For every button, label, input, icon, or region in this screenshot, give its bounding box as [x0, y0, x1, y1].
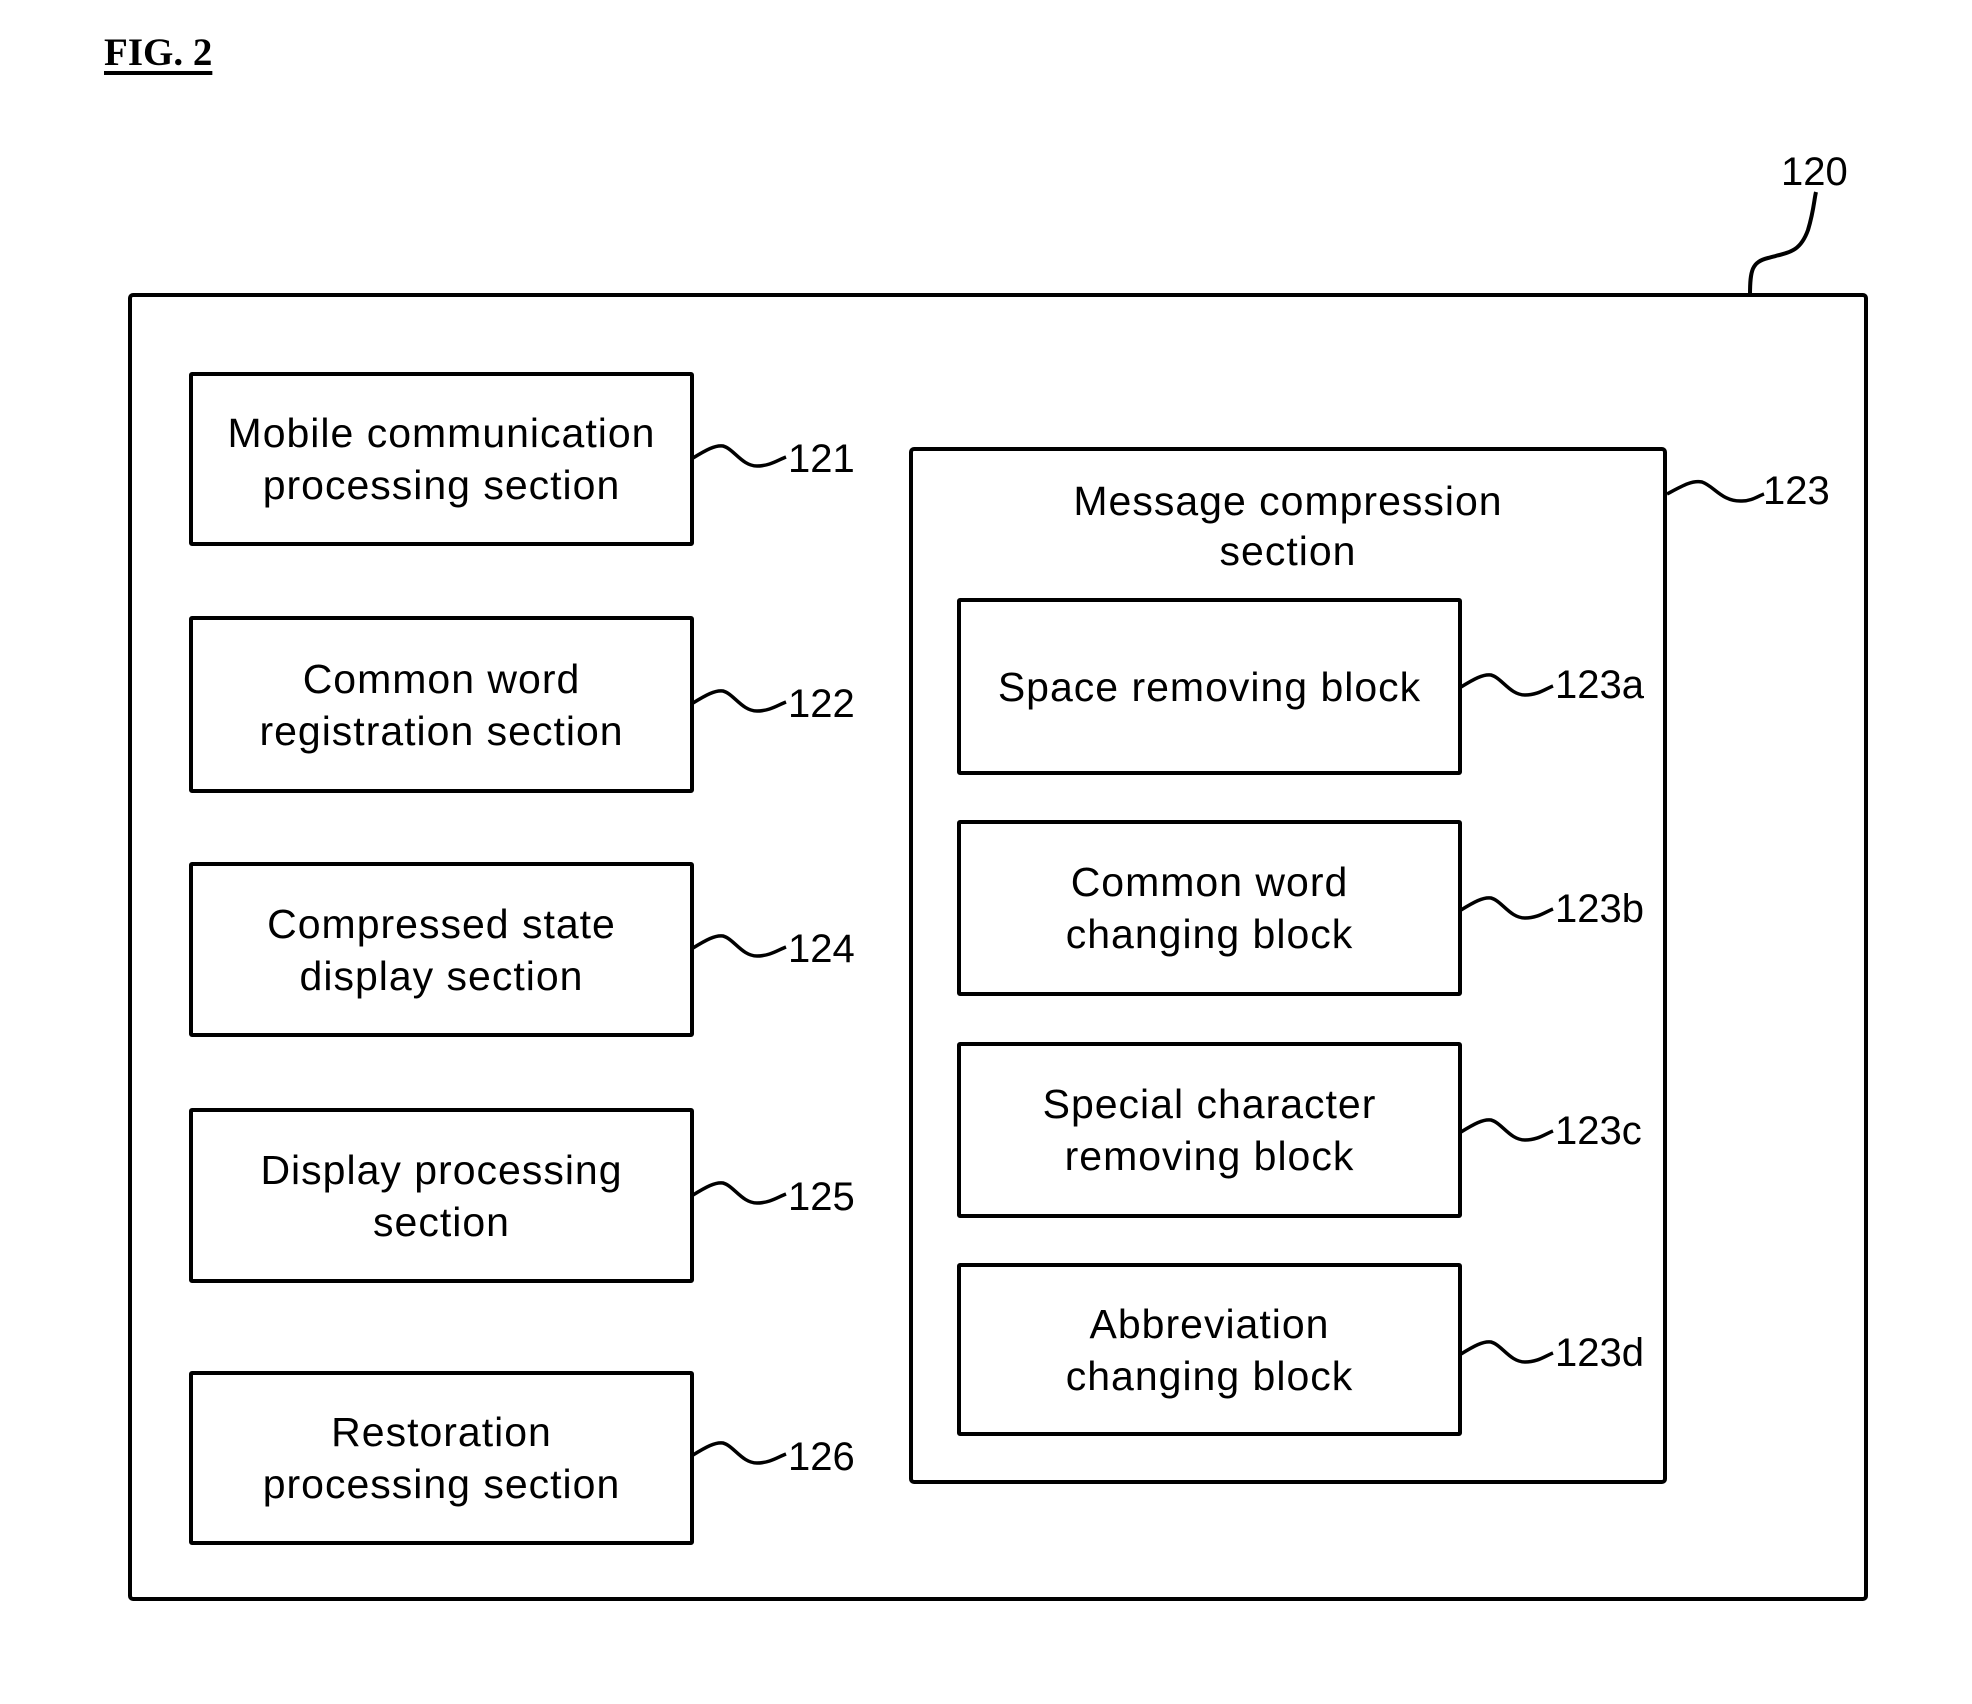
compressed-state-display-section: Compressed state display section	[189, 862, 694, 1037]
special-character-removing-block: Special character removing block	[957, 1042, 1462, 1218]
ref-123a: 123a	[1555, 663, 1644, 707]
block-label: Abbreviation changing block	[1065, 1300, 1354, 1399]
leader-124	[692, 934, 787, 958]
leader-123a	[1460, 673, 1554, 697]
ref-123d: 123d	[1555, 1331, 1644, 1375]
ref-123: 123	[1763, 469, 1830, 513]
ref-120: 120	[1781, 150, 1848, 194]
section-label: Display processing section	[260, 1146, 623, 1245]
ref-121: 121	[788, 437, 855, 481]
space-removing-block: Space removing block	[957, 598, 1462, 775]
leader-123	[1666, 479, 1765, 503]
ref-126: 126	[788, 1435, 855, 1479]
display-processing-section: Display processing section	[189, 1108, 694, 1283]
section-label: Compressed state display section	[267, 900, 616, 999]
leader-126	[692, 1441, 787, 1465]
section-label: Mobile communication processing section	[227, 410, 656, 508]
restoration-processing-section: Restoration processing section	[189, 1371, 694, 1545]
block-label: Special character removing block	[1042, 1081, 1377, 1179]
leader-123b	[1460, 896, 1554, 920]
block-label: Space removing block	[997, 663, 1422, 710]
leader-121	[692, 444, 787, 468]
ref-122: 122	[788, 682, 855, 726]
common-word-changing-block: Common word changing block	[957, 820, 1462, 996]
leader-123d	[1460, 1340, 1554, 1364]
leader-122	[692, 689, 787, 713]
message-compression-section-title: Message compression section	[1073, 478, 1503, 574]
leader-120	[1748, 191, 1818, 296]
ref-123c: 123c	[1555, 1109, 1642, 1153]
abbreviation-changing-block: Abbreviation changing block	[957, 1263, 1462, 1436]
mobile-communication-processing-section: Mobile communication processing section	[189, 372, 694, 546]
section-label: Common word registration section	[259, 655, 624, 754]
common-word-registration-section: Common word registration section	[189, 616, 694, 793]
section-label: Restoration processing section	[262, 1409, 621, 1507]
ref-123b: 123b	[1555, 887, 1644, 931]
block-label: Common word changing block	[1065, 859, 1354, 957]
ref-125: 125	[788, 1175, 855, 1219]
figure-title: FIG. 2	[104, 31, 213, 74]
ref-124: 124	[788, 927, 855, 971]
leader-125	[692, 1181, 787, 1205]
leader-123c	[1460, 1118, 1554, 1142]
